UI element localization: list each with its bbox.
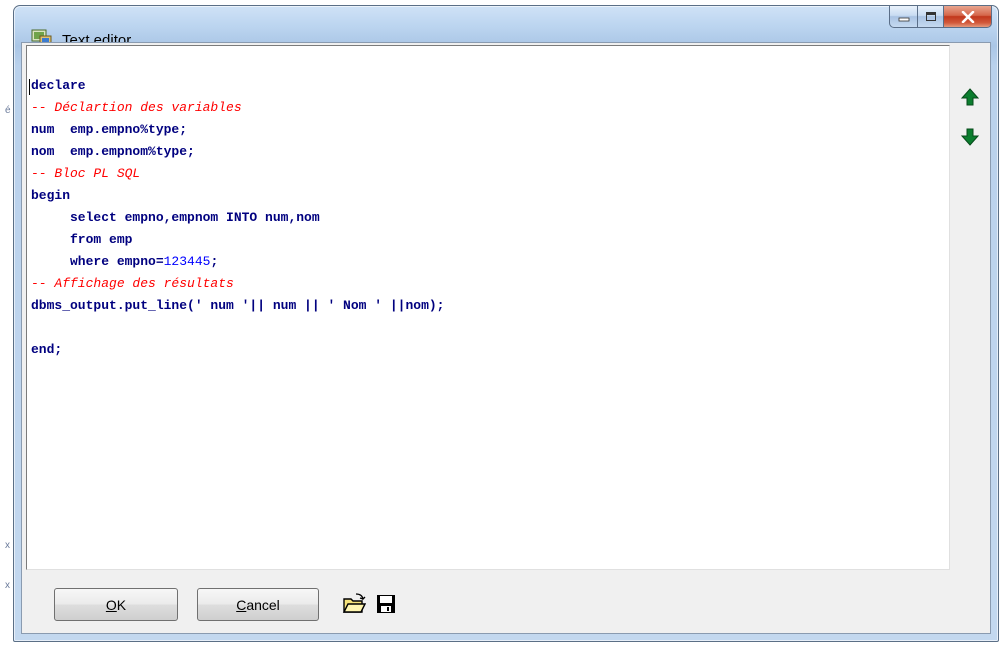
cancel-accelerator: C	[236, 596, 247, 613]
dialog-client-area: declare -- Déclartion des variables num …	[21, 42, 991, 634]
code-line: num emp.empno%type;	[31, 122, 188, 137]
line-navigation-panel	[952, 45, 988, 570]
move-down-button[interactable]	[960, 127, 980, 147]
maximize-button[interactable]	[917, 6, 944, 28]
background-mark: x	[5, 540, 10, 551]
save-file-button[interactable]	[374, 592, 398, 616]
code-line: where empno=123445;	[31, 254, 218, 276]
code-text: ;	[210, 254, 219, 269]
ok-accelerator: O	[105, 596, 117, 613]
open-folder-icon	[342, 593, 366, 613]
cancel-button[interactable]: Cancel	[197, 588, 319, 621]
code-line: from emp	[31, 232, 133, 247]
cancel-label: ancel	[246, 596, 280, 613]
arrow-down-icon	[960, 128, 980, 146]
title-bar[interactable]: Text editor	[14, 6, 998, 49]
minimize-icon	[898, 17, 909, 21]
background-mark: é	[5, 105, 11, 116]
maximize-icon	[925, 12, 936, 21]
code-line: end;	[31, 342, 63, 357]
move-up-button[interactable]	[960, 87, 980, 107]
text-editor-window: Text editor declare -- Déclartion des va…	[13, 5, 999, 642]
code-line: declare	[31, 78, 86, 93]
code-comment: -- Affichage des résultats	[31, 276, 234, 291]
code-line: begin	[31, 188, 71, 203]
ok-label: K	[116, 596, 127, 613]
ok-button[interactable]: OK	[54, 588, 178, 621]
code-line: select empno,empnom INTO num,nom	[31, 210, 320, 225]
code-number: 123445	[163, 254, 211, 269]
text-caret	[29, 79, 30, 95]
minimize-button[interactable]	[889, 6, 917, 28]
close-button[interactable]	[944, 6, 992, 28]
code-editor[interactable]: declare -- Déclartion des variables num …	[26, 45, 950, 570]
open-file-button[interactable]	[342, 592, 366, 616]
code-comment: -- Bloc PL SQL	[31, 166, 141, 181]
code-text: where empno=	[31, 254, 164, 269]
code-line: dbms_output.put_line(' num '|| num || ' …	[31, 298, 445, 313]
caption-buttons	[889, 6, 992, 28]
save-disk-icon	[377, 595, 395, 613]
arrow-up-icon	[960, 88, 980, 106]
close-icon	[961, 10, 974, 23]
code-line: nom emp.empnom%type;	[31, 144, 195, 159]
code-comment: -- Déclartion des variables	[31, 100, 242, 115]
background-mark: x	[5, 580, 10, 591]
